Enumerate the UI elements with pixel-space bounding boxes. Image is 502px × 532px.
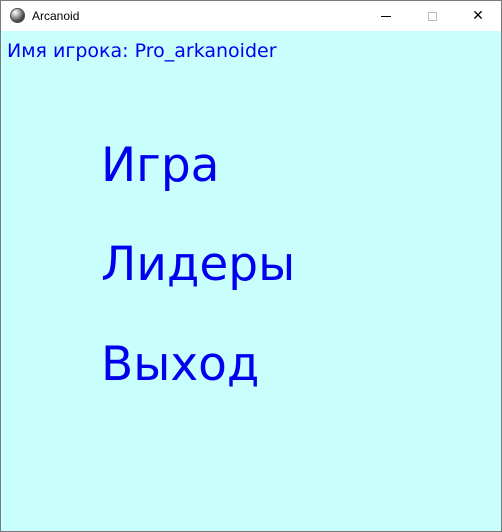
maximize-icon (427, 11, 437, 21)
menu-item-play[interactable]: Игра (101, 138, 220, 194)
menu-item-exit[interactable]: Выход (101, 337, 259, 393)
ball-icon (10, 8, 25, 23)
title-bar[interactable]: Arcanoid ✕ (1, 1, 501, 31)
app-window: Arcanoid ✕ Имя игрока: Pro_arkanoider Иг… (0, 0, 502, 532)
maximize-button[interactable] (409, 1, 455, 31)
close-icon: ✕ (472, 8, 484, 24)
player-name-label: Имя игрока: Pro_arkanoider (7, 40, 277, 62)
menu-item-leaders[interactable]: Лидеры (101, 237, 295, 293)
window-title: Arcanoid (32, 9, 80, 23)
game-menu-area: Имя игрока: Pro_arkanoider Игра Лидеры В… (1, 31, 501, 531)
close-button[interactable]: ✕ (455, 1, 501, 31)
minimize-button[interactable] (363, 1, 409, 31)
minimize-icon (381, 15, 391, 17)
